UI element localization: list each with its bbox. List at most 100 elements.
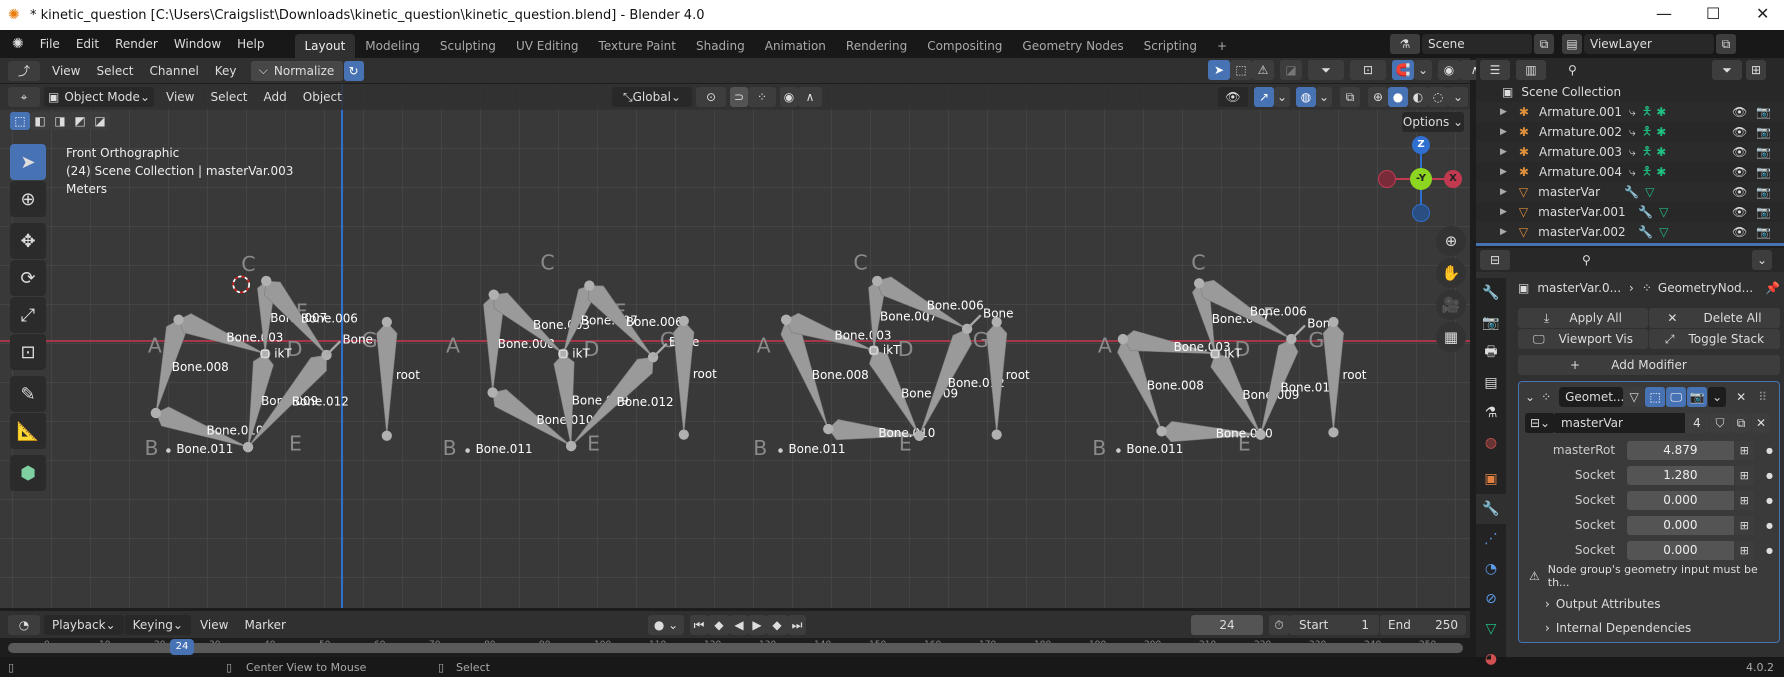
modifier-dropdown[interactable]: ⌄ bbox=[1708, 387, 1727, 407]
zoom-icon[interactable]: ⊕ bbox=[1436, 226, 1466, 256]
editor-type-icon[interactable]: ⤴ bbox=[8, 60, 40, 81]
outliner-search-input[interactable]: ⚲ bbox=[1562, 60, 1674, 80]
warning-filter-icon[interactable]: ⚠ bbox=[1252, 60, 1274, 80]
attribute-toggle-icon[interactable]: ⊞ bbox=[1734, 515, 1755, 535]
workspace-tab-animation[interactable]: Animation bbox=[755, 34, 836, 58]
annotate-tool-icon[interactable]: ✎ bbox=[10, 376, 46, 412]
keyframe-dot-icon[interactable]: ● bbox=[1766, 471, 1773, 480]
viewport-vis-button[interactable]: 🖵 Viewport Vis bbox=[1518, 329, 1648, 349]
prev-keyframe-icon[interactable]: ◆ bbox=[708, 615, 730, 635]
menu-file[interactable]: File bbox=[32, 37, 68, 51]
pivot-icon[interactable]: ⊡ bbox=[1350, 60, 1386, 80]
object-tab-icon[interactable]: ▣ bbox=[1476, 464, 1506, 494]
expand-arrow-icon[interactable]: ▶ bbox=[1500, 227, 1507, 237]
select-box-tool-icon[interactable]: ➤ bbox=[10, 144, 46, 180]
visibility-eye-icon[interactable]: 👁 bbox=[1732, 185, 1747, 199]
select-subtract-icon[interactable]: ◨ bbox=[50, 112, 70, 130]
orientation-selector[interactable]: ⤡ Global ⌄ bbox=[612, 87, 692, 107]
timeline-scrollbar[interactable] bbox=[8, 643, 1463, 653]
view-layer-tab-icon[interactable]: ▤ bbox=[1476, 368, 1506, 398]
workspace-tab--[interactable]: + bbox=[1207, 34, 1237, 58]
outliner-row[interactable]: ▶ ✱ Armature.002 ⤷ 🯅 ✱ 👁 📷 bbox=[1476, 122, 1784, 142]
select-extend-icon[interactable]: ◧ bbox=[30, 112, 50, 130]
gizmo-y[interactable]: -Y bbox=[1410, 168, 1432, 190]
keyframe-dot-icon[interactable]: ● bbox=[1766, 546, 1773, 555]
tool-tab-icon[interactable]: 🔧 bbox=[1476, 278, 1506, 308]
playhead[interactable]: 24 bbox=[170, 639, 194, 655]
select-invert-icon[interactable]: ◩ bbox=[70, 112, 90, 130]
visibility-eye-icon[interactable]: 👁 bbox=[1732, 205, 1747, 219]
minimize-button[interactable]: — bbox=[1656, 4, 1672, 23]
delete-all-button[interactable]: ✕ Delete All bbox=[1649, 308, 1780, 328]
toggle-stack-button[interactable]: ⤢ Toggle Stack bbox=[1649, 329, 1780, 349]
visibility-eye-icon[interactable]: 👁 bbox=[1732, 125, 1747, 139]
workspace-tab-compositing[interactable]: Compositing bbox=[917, 34, 1012, 58]
visibility-eye-icon[interactable]: 👁 bbox=[1732, 145, 1747, 159]
snap-icon[interactable]: ⊃ bbox=[730, 87, 748, 107]
realtime-icon[interactable]: 🖵 bbox=[1666, 387, 1687, 407]
normalize-graph-icon[interactable]: ◪ bbox=[1280, 60, 1302, 80]
navigation-gizmo[interactable]: Z -Y X bbox=[1378, 132, 1480, 232]
keyframe-dot-icon[interactable]: ● bbox=[1766, 446, 1773, 455]
new-collection-icon[interactable]: ⊞ bbox=[1746, 60, 1766, 80]
output-attributes-panel[interactable]: › Output Attributes bbox=[1525, 592, 1773, 616]
new-view-layer-button[interactable]: ⧉ bbox=[1716, 34, 1736, 54]
timeline-ruler[interactable]: 0102030405060708090100110120130140150160… bbox=[0, 638, 1470, 657]
expand-arrow-icon[interactable]: ▶ bbox=[1500, 187, 1507, 197]
attribute-toggle-icon[interactable]: ⊞ bbox=[1734, 490, 1755, 510]
apply-all-button[interactable]: ⤓ Apply All bbox=[1518, 308, 1648, 328]
render-camera-icon[interactable]: 📷 bbox=[1756, 145, 1771, 159]
users-count[interactable]: 4 bbox=[1685, 413, 1709, 433]
workspace-tab-scripting[interactable]: Scripting bbox=[1134, 34, 1207, 58]
snap-target-icon[interactable]: ⁘ bbox=[748, 87, 776, 107]
keyframe-dot-icon[interactable]: ● bbox=[1766, 521, 1773, 530]
expand-arrow-icon[interactable]: ▶ bbox=[1500, 127, 1507, 137]
ortho-grid-icon[interactable]: ▦ bbox=[1436, 322, 1466, 352]
editor-type-icon[interactable]: ⌖ bbox=[8, 87, 40, 107]
menu-select[interactable]: Select bbox=[202, 90, 255, 104]
menu-view[interactable]: View bbox=[158, 90, 202, 104]
input-value-field[interactable]: 1.280 bbox=[1627, 465, 1734, 485]
menu-select[interactable]: Select bbox=[88, 64, 141, 78]
select-intersect-icon[interactable]: ◪ bbox=[90, 112, 110, 130]
workspace-tab-shading[interactable]: Shading bbox=[686, 34, 755, 58]
workspace-tab-layout[interactable]: Layout bbox=[294, 34, 356, 58]
cursor-tool-icon[interactable]: ⊕ bbox=[10, 181, 46, 217]
move-tool-icon[interactable]: ✥ bbox=[10, 223, 46, 259]
modifier-name-field[interactable]: Geomet... bbox=[1559, 387, 1624, 407]
expand-arrow-icon[interactable]: ▶ bbox=[1500, 207, 1507, 217]
filter-icon[interactable]: ⏷ bbox=[1712, 60, 1742, 80]
expand-arrow-icon[interactable]: ▶ bbox=[1500, 107, 1507, 117]
gizmo-z[interactable]: Z bbox=[1412, 136, 1430, 154]
physics-tab-icon[interactable]: ◔ bbox=[1476, 554, 1506, 584]
menu-key[interactable]: Key bbox=[207, 64, 245, 78]
duplicate-icon[interactable]: ⧉ bbox=[1731, 413, 1751, 433]
current-frame-field[interactable]: 24 bbox=[1191, 615, 1263, 635]
workspace-tab-texture-paint[interactable]: Texture Paint bbox=[589, 34, 686, 58]
shading-dropdown[interactable]: ⌄ bbox=[1448, 87, 1468, 107]
render-tab-icon[interactable]: 📷 bbox=[1476, 308, 1506, 338]
workspace-tab-sculpting[interactable]: Sculpting bbox=[430, 34, 506, 58]
overlay-icon[interactable]: ◍ bbox=[1296, 87, 1316, 107]
falloff-icon[interactable]: ∧ bbox=[798, 87, 822, 107]
only-selected-icon[interactable]: ➤ bbox=[1208, 60, 1230, 80]
scene-collection-row[interactable]: ▣ Scene Collection bbox=[1476, 82, 1784, 102]
camera-view-icon[interactable]: 🎥 bbox=[1436, 290, 1466, 320]
workspace-tab-uv-editing[interactable]: UV Editing bbox=[506, 34, 589, 58]
new-scene-button[interactable]: ⧉ bbox=[1534, 34, 1554, 54]
input-value-field[interactable]: 0.000 bbox=[1627, 540, 1734, 560]
outliner-row[interactable]: ▶ ▽ masterVar 🔧 ▽ 👁 📷 bbox=[1476, 182, 1784, 202]
maximize-button[interactable]: ☐ bbox=[1706, 4, 1720, 23]
timeline-menu-marker[interactable]: Marker bbox=[236, 618, 293, 632]
render-camera-icon[interactable]: 📷 bbox=[1756, 225, 1771, 239]
expand-arrow-icon[interactable]: ▶ bbox=[1500, 147, 1507, 157]
proportional-icon[interactable]: ◉ bbox=[1438, 60, 1460, 80]
modifier-tab-icon[interactable]: 🔧 bbox=[1476, 494, 1506, 524]
blender-menu-icon[interactable]: ✺ bbox=[12, 36, 24, 52]
mode-selector[interactable]: ▣ Object Mode ⌄ bbox=[44, 87, 154, 107]
properties-search-input[interactable]: ⚲ bbox=[1576, 250, 1688, 270]
visibility-eye-icon[interactable]: 👁 bbox=[1732, 105, 1747, 119]
library-icon[interactable]: ▥ bbox=[1516, 60, 1546, 80]
outliner-row[interactable]: ▶ ▽ masterVar.002 🔧 ▽ 👁 📷 bbox=[1476, 222, 1784, 242]
stopwatch-icon[interactable]: ⏱ bbox=[1269, 615, 1289, 635]
